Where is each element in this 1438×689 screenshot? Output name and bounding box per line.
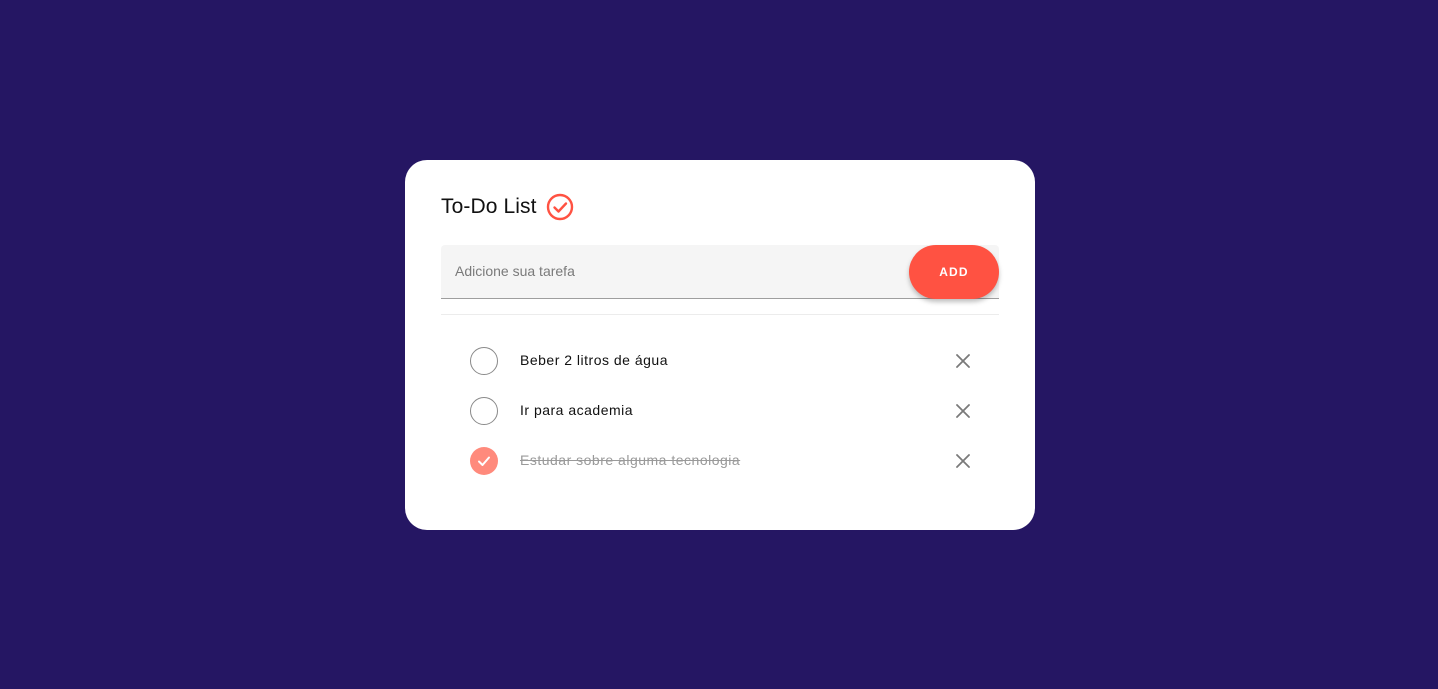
header: To-Do List bbox=[441, 192, 574, 222]
close-icon[interactable] bbox=[953, 451, 973, 471]
todo-card: To-Do List ADD Beber 2 litros de água Ir… bbox=[405, 160, 1035, 530]
close-icon[interactable] bbox=[953, 351, 973, 371]
task-checkbox-checked[interactable] bbox=[470, 447, 498, 475]
close-icon[interactable] bbox=[953, 401, 973, 421]
app-title: To-Do List bbox=[441, 195, 537, 218]
add-button[interactable]: ADD bbox=[909, 245, 999, 299]
checkmark-icon bbox=[478, 456, 490, 466]
task-checkbox[interactable] bbox=[470, 397, 498, 425]
task-checkbox[interactable] bbox=[470, 347, 498, 375]
task-item: Beber 2 litros de água bbox=[405, 336, 1035, 386]
task-item: Estudar sobre alguma tecnologia bbox=[405, 436, 1035, 486]
divider bbox=[441, 314, 999, 315]
task-text: Estudar sobre alguma tecnologia bbox=[520, 452, 741, 468]
add-task-form: ADD bbox=[441, 245, 999, 299]
check-circle-icon bbox=[546, 193, 574, 221]
task-item: Ir para academia bbox=[405, 386, 1035, 436]
task-list: Beber 2 litros de água Ir para academia … bbox=[405, 336, 1035, 486]
task-text: Ir para academia bbox=[520, 402, 634, 418]
task-text: Beber 2 litros de água bbox=[520, 352, 668, 368]
